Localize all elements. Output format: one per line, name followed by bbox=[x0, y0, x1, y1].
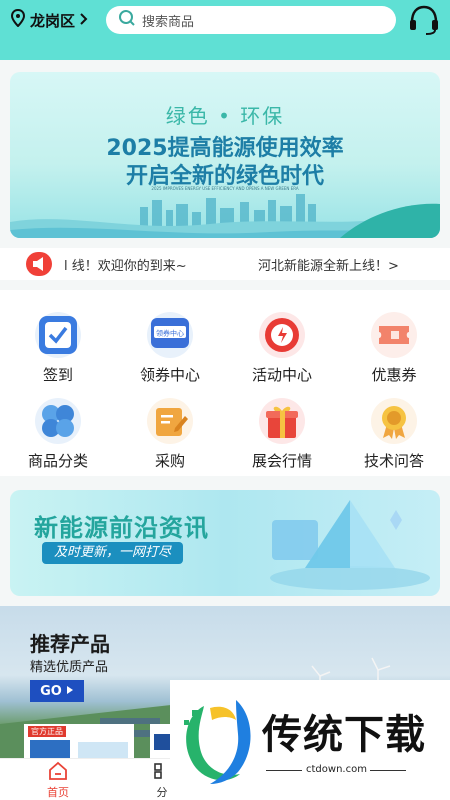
crystal-pyramid-illustration bbox=[270, 500, 430, 590]
grid-item-activity-center[interactable]: 活动中心 bbox=[226, 290, 338, 384]
feature-grid: 签到 领券中心 领券中心 活动中心 优惠券 商品分类 采购 展会行情 技术问答 bbox=[0, 290, 450, 476]
chevron-right-icon bbox=[79, 11, 89, 29]
grid-item-tech-qa[interactable]: 技术问答 bbox=[338, 376, 450, 470]
grid-item-checkin[interactable]: 签到 bbox=[2, 290, 114, 384]
search-input[interactable]: 搜索商品 bbox=[106, 6, 396, 34]
watermark-overlay: 传统下载 ctdown.com bbox=[170, 680, 450, 800]
grid-item-exhibition[interactable]: 展会行情 bbox=[226, 376, 338, 470]
tab-label: 分 bbox=[156, 786, 168, 799]
tab-label: 首页 bbox=[47, 786, 69, 799]
coupon-center-icon: 领券中心 bbox=[147, 312, 193, 358]
grid-label: 技术问答 bbox=[363, 452, 424, 470]
megaphone-icon bbox=[26, 252, 52, 276]
coupon-icon-text: 领券中心 bbox=[156, 329, 184, 338]
purchase-note-icon bbox=[147, 398, 193, 444]
section-subtitle: 精选优质产品 bbox=[30, 660, 109, 675]
search-icon bbox=[118, 9, 136, 31]
customer-service-icon[interactable] bbox=[406, 4, 442, 36]
product-card[interactable]: 官方正品 bbox=[24, 724, 134, 760]
tab-home[interactable]: 首页 bbox=[36, 761, 80, 800]
location-pin-icon bbox=[10, 8, 26, 31]
location-selector[interactable]: 龙岗区 bbox=[10, 8, 89, 31]
watermark-logo-icon bbox=[184, 700, 251, 784]
go-label: GO bbox=[40, 683, 62, 699]
play-triangle-icon bbox=[66, 684, 74, 699]
announcement-text: l 线！欢迎你的到来~ bbox=[64, 259, 187, 274]
grid-label: 采购 bbox=[154, 452, 185, 470]
categories-icon bbox=[35, 398, 81, 444]
grid-item-coupons[interactable]: 优惠券 bbox=[338, 290, 450, 384]
top-header: 龙岗区 搜索商品 bbox=[0, 0, 450, 60]
alarm-clock-icon bbox=[259, 312, 305, 358]
section-title: 推荐产品 bbox=[30, 632, 110, 656]
medal-icon bbox=[371, 398, 417, 444]
watermark-divider bbox=[266, 770, 302, 771]
search-placeholder: 搜索商品 bbox=[142, 14, 195, 30]
checkbox-icon bbox=[35, 312, 81, 358]
grid-label: 展会行情 bbox=[251, 452, 312, 470]
grid-label: 商品分类 bbox=[27, 452, 88, 470]
gift-box-icon bbox=[259, 398, 305, 444]
grid-item-categories[interactable]: 商品分类 bbox=[2, 376, 114, 470]
announcement-bar[interactable]: l 线！欢迎你的到来~ 河北新能源全新上线！> bbox=[0, 248, 450, 280]
home-icon bbox=[48, 761, 68, 784]
city-skyline-illustration bbox=[10, 194, 440, 238]
location-label: 龙岗区 bbox=[30, 11, 76, 30]
go-button[interactable]: GO bbox=[30, 680, 84, 702]
grid-item-coupon-center[interactable]: 领券中心 领券中心 bbox=[114, 290, 226, 384]
news-promo-banner[interactable]: 新能源前沿资讯 及时更新，一网打尽 bbox=[10, 490, 440, 596]
category-icon bbox=[152, 761, 172, 784]
solar-panel-thumbnail bbox=[30, 740, 128, 760]
watermark-divider bbox=[370, 770, 406, 771]
watermark-url: ctdown.com bbox=[306, 764, 367, 775]
ticket-icon bbox=[371, 312, 417, 358]
announcement-text-next: 河北新能源全新上线！> bbox=[258, 259, 399, 274]
hero-banner[interactable]: 绿色 • 环保 2025提高能源使用效率 开启全新的绿色时代 2025 IMPR… bbox=[10, 72, 440, 238]
grid-item-purchase[interactable]: 采购 bbox=[114, 376, 226, 470]
watermark-text: 传统下载 bbox=[262, 712, 426, 758]
